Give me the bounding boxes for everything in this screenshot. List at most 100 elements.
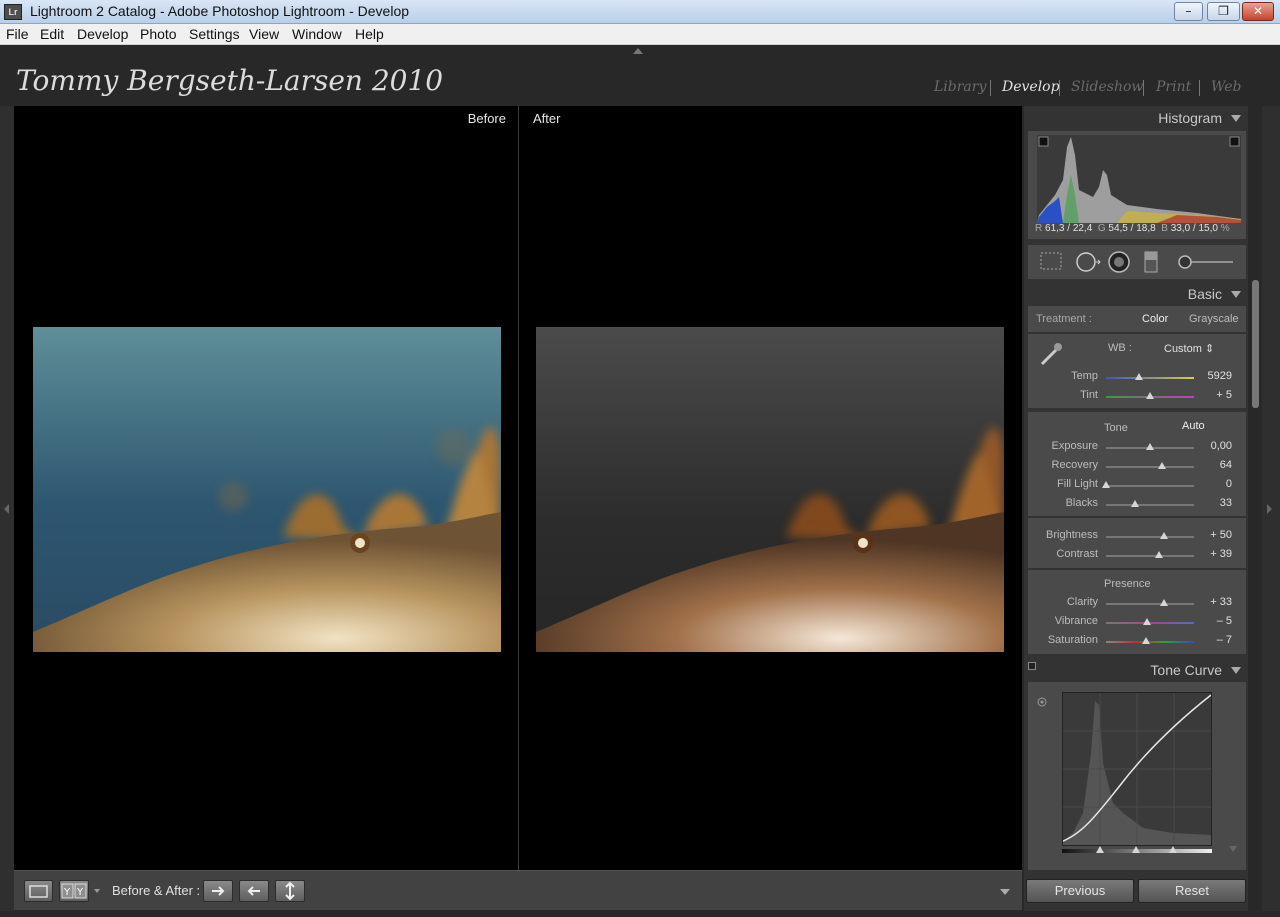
slider-thumb[interactable] [1143,618,1152,625]
slider-label-contrast: Contrast [1056,548,1098,560]
menu-help[interactable]: Help [355,26,384,42]
copy-before-to-after-button[interactable] [203,880,233,902]
readout-r-value: 61,3 / 22,4 [1045,223,1093,234]
top-panel-toggle-icon[interactable] [633,48,643,54]
slider-thumb[interactable] [1160,532,1169,539]
slider-thumb[interactable] [1142,637,1151,644]
treatment-color-option[interactable]: Color [1142,313,1168,325]
module-print[interactable]: Print [1156,79,1191,95]
slider-value[interactable]: 0 [1192,478,1232,490]
slider-value[interactable]: + 33 [1192,596,1232,608]
slider-thumb[interactable] [1158,462,1167,469]
slider-label-temp: Temp [1071,370,1098,382]
crop-tool-icon[interactable] [1040,252,1062,270]
histogram[interactable] [1037,135,1241,223]
restore-button[interactable]: ❐ [1207,2,1240,21]
slider-thumb[interactable] [1131,500,1140,507]
right-panel-toggle-icon[interactable] [1267,504,1272,514]
slider-value[interactable]: + 5 [1192,389,1232,401]
menu-view[interactable]: View [249,26,279,42]
slider-value[interactable]: – 5 [1192,615,1232,627]
copy-before-to-after-icon [212,886,225,896]
slider-value[interactable]: + 50 [1192,529,1232,541]
menu-settings[interactable]: Settings [189,26,240,42]
slider-label-clarity: Clarity [1066,596,1098,608]
tone-curve-graph[interactable] [1062,692,1212,846]
before-after-mode-dropdown-icon[interactable] [94,889,100,893]
menu-develop[interactable]: Develop [77,26,128,42]
close-button[interactable]: ✕ [1242,2,1274,21]
histogram-title: Histogram [1158,110,1222,126]
tone-curve-panel-header[interactable]: Tone Curve [1024,658,1248,682]
menu-photo[interactable]: Photo [140,26,177,42]
after-label: After [533,111,561,126]
red-eye-icon[interactable] [1108,251,1130,273]
tone-label: Tone [1104,422,1128,434]
slider-thumb[interactable] [1102,481,1110,488]
copy-after-to-before-button[interactable] [239,880,269,902]
right-panel-scrollbar[interactable] [1252,280,1259,408]
slider-track[interactable] [1106,536,1194,538]
white-balance-eyedropper-icon[interactable] [1036,338,1066,368]
swap-before-after-button[interactable] [275,880,305,902]
svg-text:Y: Y [63,887,71,898]
slider-thumb[interactable] [1160,599,1169,606]
swap-icon [285,881,295,901]
module-separator [990,80,991,96]
adjustment-brush-icon[interactable] [1178,255,1233,269]
slider-thumb[interactable] [1135,373,1144,380]
toolbar-content-menu-icon[interactable] [1000,889,1010,895]
slider-track[interactable] [1106,485,1194,487]
slider-track[interactable] [1106,504,1194,506]
copy-after-to-before-icon [247,886,260,896]
slider-value[interactable]: – 7 [1192,634,1232,646]
module-web[interactable]: Web [1211,79,1242,95]
basic-panel-header[interactable]: Basic [1024,282,1248,306]
slider-thumb[interactable] [1146,392,1154,399]
slider-value[interactable]: 33 [1192,497,1232,509]
target-adjustment-icon[interactable] [1036,696,1048,708]
tone-curve-split-highlights[interactable] [1169,846,1177,853]
histogram-panel-header[interactable]: Histogram [1024,106,1248,130]
slider-value[interactable]: 0,00 [1192,440,1232,452]
restore-icon: ❐ [1218,4,1229,18]
left-panel-toggle-icon[interactable] [4,504,9,514]
wb-preset-dropdown[interactable]: Custom ⇕ [1164,342,1214,355]
before-after-view-button[interactable]: YY [59,880,89,902]
previous-button[interactable]: Previous [1026,879,1134,903]
lightroom-app-icon[interactable]: Lr [4,4,22,20]
slider-thumb[interactable] [1146,443,1154,450]
tone-curve-title: Tone Curve [1150,662,1222,678]
wb-label: WB : [1108,342,1132,354]
module-develop[interactable]: Develop [1002,79,1060,95]
minimize-button[interactable]: – [1174,2,1203,21]
readout-b-value: 33,0 / 15,0 [1170,223,1218,234]
tone-curve-expand-icon[interactable] [1229,846,1237,852]
readout-b-label: B [1161,223,1168,234]
graduated-filter-icon[interactable] [1144,251,1158,273]
slider-thumb[interactable] [1154,551,1163,558]
spot-removal-icon[interactable] [1076,252,1101,272]
slider-value[interactable]: + 39 [1192,548,1232,560]
slider-value[interactable]: 64 [1192,459,1232,471]
slider-track[interactable] [1106,555,1194,557]
reset-button[interactable]: Reset [1138,879,1246,903]
module-library[interactable]: Library [934,79,986,95]
slider-track[interactable] [1106,377,1194,379]
menu-window[interactable]: Window [292,26,342,42]
image-viewport[interactable]: Before After [14,106,1022,870]
before-photo[interactable] [33,327,501,652]
loupe-view-button[interactable] [24,880,53,902]
slider-value[interactable]: 5929 [1192,370,1232,382]
slider-track[interactable] [1106,603,1194,605]
basic-title: Basic [1187,286,1222,302]
menu-file[interactable]: File [6,26,29,42]
tone-curve-split-midtones[interactable] [1132,846,1140,853]
slider-track[interactable] [1106,466,1194,468]
menu-edit[interactable]: Edit [40,26,64,42]
treatment-grayscale-option[interactable]: Grayscale [1189,313,1239,325]
after-photo[interactable] [536,327,1004,652]
tone-auto-button[interactable]: Auto [1182,420,1205,432]
tone-curve-split-shadows[interactable] [1096,846,1104,853]
module-slideshow[interactable]: Slideshow [1071,79,1143,95]
